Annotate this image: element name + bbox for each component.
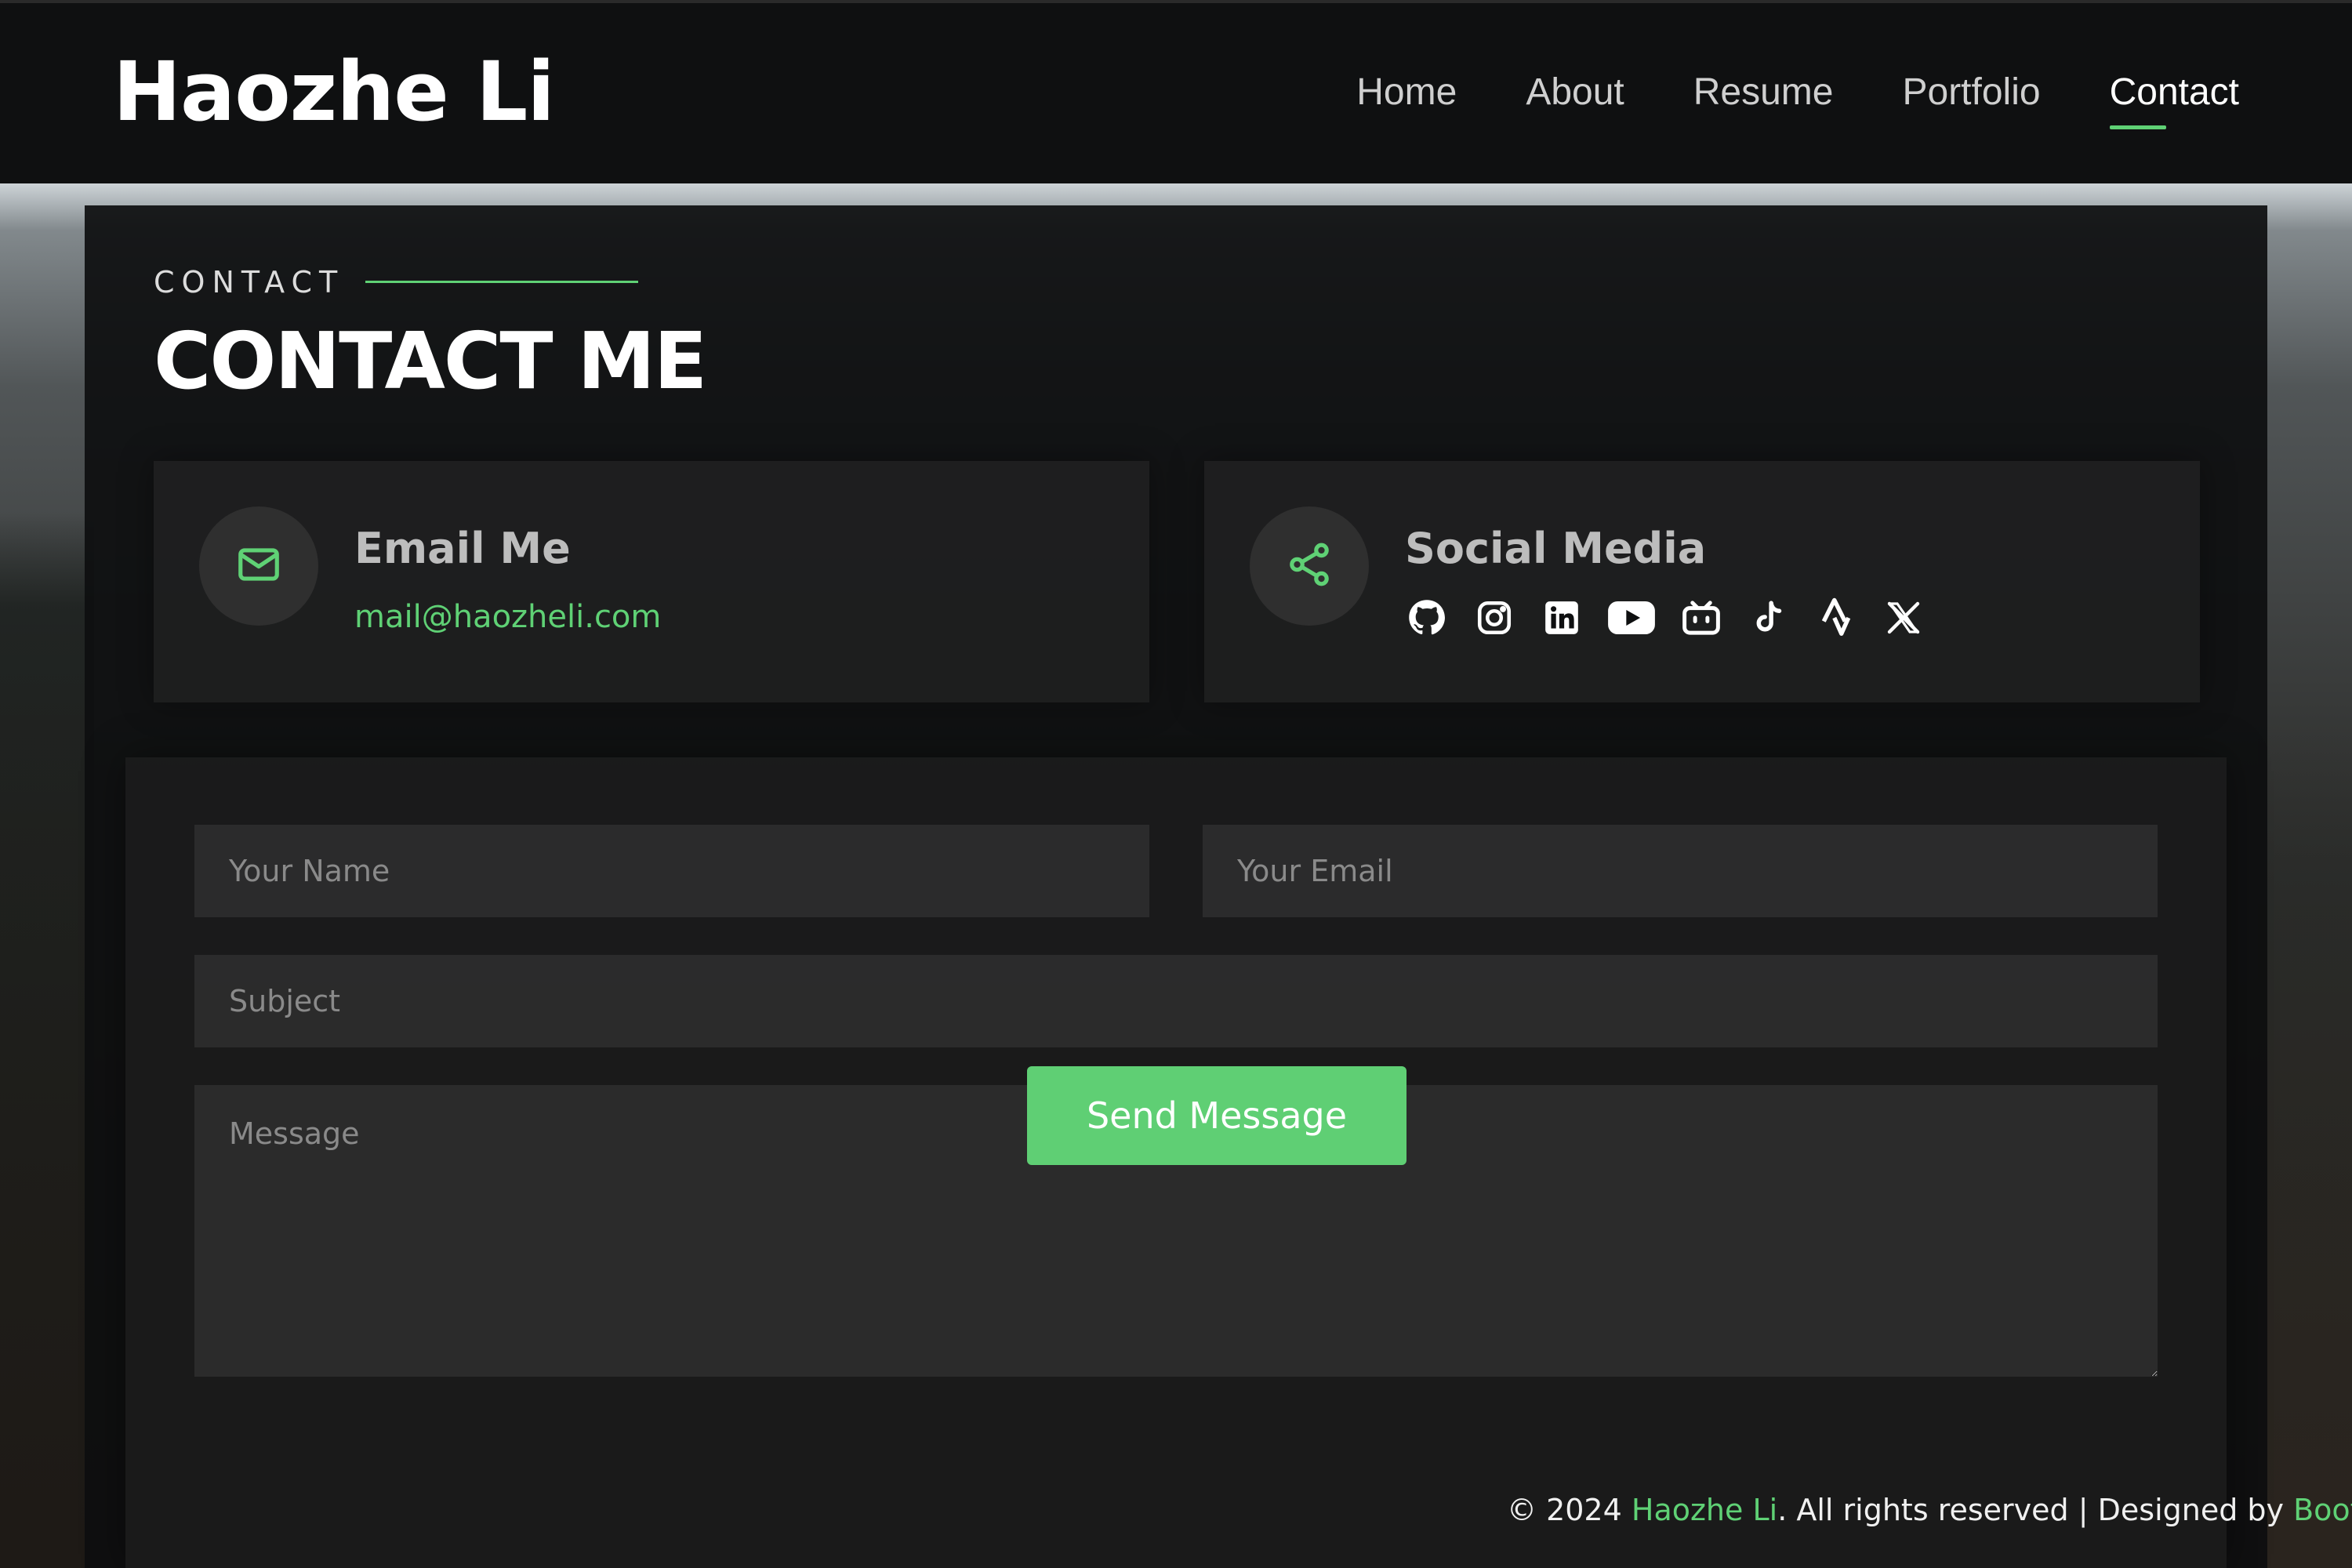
tiktok-icon[interactable] xyxy=(1747,596,1791,640)
github-icon[interactable] xyxy=(1405,596,1449,640)
name-input[interactable] xyxy=(194,825,1149,917)
strava-icon[interactable] xyxy=(1814,596,1858,640)
bilibili-icon[interactable] xyxy=(1679,596,1723,640)
nav-home[interactable]: Home xyxy=(1356,69,1457,116)
nav-resume[interactable]: Resume xyxy=(1693,69,1834,116)
footer-copyright: © 2024 Haozhe Li. All rights reserved | … xyxy=(1507,1493,2352,1527)
email-icon-circle xyxy=(199,506,318,626)
email-input[interactable] xyxy=(1203,825,2158,917)
share-icon xyxy=(1285,540,1334,592)
envelope-icon xyxy=(234,540,283,592)
main-nav: Home About Resume Portfolio Contact xyxy=(1356,69,2239,129)
instagram-icon[interactable] xyxy=(1472,596,1516,640)
footer-middle: . All rights reserved | Designed by xyxy=(1777,1493,2294,1527)
x-icon[interactable] xyxy=(1882,596,1926,640)
linkedin-icon[interactable] xyxy=(1540,596,1584,640)
footer-designer-link[interactable]: Bootstrap xyxy=(2293,1493,2352,1527)
tree-silhouette-left xyxy=(0,513,94,1568)
tree-silhouette-right xyxy=(2258,732,2352,1568)
footer-prefix: © 2024 xyxy=(1507,1493,1632,1527)
email-address-link[interactable]: mail@haozheli.com xyxy=(354,599,661,635)
social-card-title: Social Media xyxy=(1405,524,1707,573)
social-icons-row xyxy=(1405,596,1926,640)
site-logo[interactable]: Haozhe Li xyxy=(113,44,555,140)
email-card-title: Email Me xyxy=(354,524,571,573)
site-header: Haozhe Li Home About Resume Portfolio Co… xyxy=(0,3,2352,183)
nav-about[interactable]: About xyxy=(1526,69,1624,116)
subject-input[interactable] xyxy=(194,955,2158,1047)
nav-portfolio[interactable]: Portfolio xyxy=(1902,69,2040,116)
section-divider xyxy=(365,281,638,283)
section-title: CONTACT ME xyxy=(154,315,707,407)
section-label: CONTACT xyxy=(154,265,345,299)
send-message-button[interactable]: Send Message xyxy=(1027,1066,1406,1165)
nav-contact[interactable]: Contact xyxy=(2109,69,2239,129)
youtube-icon[interactable] xyxy=(1607,596,1656,640)
footer-owner-link[interactable]: Haozhe Li xyxy=(1632,1493,1777,1527)
social-card: Social Media xyxy=(1204,461,2200,702)
email-card: Email Me mail@haozheli.com xyxy=(154,461,1149,702)
contact-panel: CONTACT CONTACT ME Email Me mail@haozhel… xyxy=(85,205,2267,1568)
social-icon-circle xyxy=(1250,506,1369,626)
